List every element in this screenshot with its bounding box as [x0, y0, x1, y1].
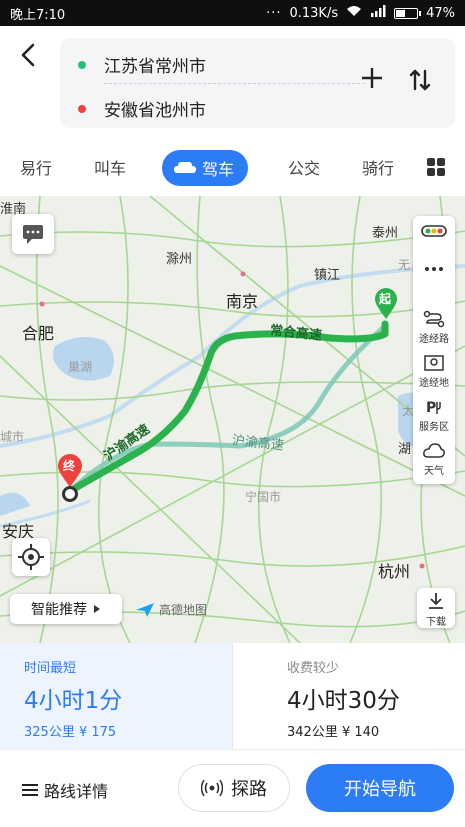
network-speed: 0.13K/s [289, 5, 339, 21]
explore-route-button[interactable]: 探路 [178, 764, 290, 812]
route-options: 时间最短 4小时1分 325公里 ¥ 175 收费较少 4小时30分 342公里… [0, 643, 465, 749]
map-label-wu-partial: 无 [398, 258, 411, 272]
traffic-light-icon [421, 225, 447, 237]
map-toolbar: 途经路 途经地 P 服务区 天气 [413, 216, 455, 484]
destination-ring-icon [62, 486, 78, 502]
battery-icon [394, 7, 422, 19]
status-bar: 晚上7:10 ··· 0.13K/s 47% [0, 0, 465, 26]
service-area-button[interactable]: P 服务区 [413, 398, 455, 433]
end-point-label: 安徽省池州市 [104, 101, 206, 121]
via-route-button[interactable]: 途经路 [413, 310, 455, 345]
battery-percent: 47% [426, 5, 455, 21]
cloud-icon [423, 443, 445, 458]
route-option-tag: 时间最短 [24, 661, 77, 676]
weather-label: 天气 [424, 466, 444, 477]
more-tabs-grid-icon[interactable] [427, 158, 445, 176]
via-place-icon [424, 355, 444, 371]
route-option-duration: 4小时30分 [287, 688, 400, 714]
route-option-tag: 收费较少 [287, 661, 340, 676]
option-divider [232, 643, 233, 749]
amap-logo-icon [136, 602, 154, 617]
map-label-chaohu: 巢湖 [68, 360, 93, 374]
download-icon [429, 593, 443, 609]
crosshair-icon [18, 544, 44, 570]
explore-route-label: 探路 [231, 779, 267, 800]
svg-text:P: P [426, 400, 436, 416]
route-detail-label: 路线详情 [44, 782, 109, 801]
download-label: 下载 [426, 617, 446, 628]
route-header: 江苏省常州市 安徽省池州市 [0, 26, 465, 140]
start-point-field[interactable]: 江苏省常州市 [78, 52, 206, 77]
map-label-hefei: 合肥 [22, 324, 55, 343]
service-area-label: 服务区 [419, 422, 449, 433]
traffic-report-button[interactable] [12, 214, 54, 254]
chevron-left-icon [21, 43, 35, 67]
tab-cycling[interactable]: 骑行 [362, 155, 394, 179]
tab-taxi[interactable]: 叫车 [94, 155, 126, 179]
smart-recommend-button[interactable]: 智能推荐 [10, 594, 122, 624]
via-route-label: 途经路 [419, 334, 449, 345]
swap-icon [409, 69, 431, 91]
more-button[interactable] [413, 262, 455, 278]
tab-drive[interactable]: 驾车 [162, 150, 249, 186]
locate-button[interactable] [12, 538, 50, 576]
end-dot-icon [78, 104, 86, 113]
map-label-hu-partial: 湖 [398, 442, 412, 457]
add-waypoint-button[interactable] [360, 66, 384, 95]
map-label-city-partial: 城市 [0, 430, 25, 444]
route-option-fastest[interactable]: 时间最短 4小时1分 325公里 ¥ 175 [0, 643, 232, 749]
start-dot-icon [78, 60, 86, 69]
via-place-label: 途经地 [419, 378, 449, 389]
map-label-taizhou: 泰州 [372, 226, 399, 241]
map-label-hangzhou: 杭州 [378, 562, 411, 581]
map-logo: 高德地图 [135, 601, 207, 618]
route-option-duration: 4小时1分 [24, 688, 123, 714]
map-label-chuzhou: 滁州 [166, 252, 193, 267]
plus-icon [362, 68, 382, 88]
end-marker-label: 终 [63, 459, 76, 473]
start-point-label: 江苏省常州市 [104, 57, 206, 77]
smart-recommend-label: 智能推荐 [31, 602, 87, 618]
tab-drive-label: 驾车 [202, 160, 235, 179]
start-navigation-button[interactable]: 开始导航 [306, 764, 454, 812]
more-dots-icon [425, 267, 443, 271]
traffic-toggle-button[interactable] [413, 222, 455, 242]
route-divider [104, 83, 365, 84]
start-marker-label: 起 [379, 292, 392, 306]
download-map-button[interactable]: 下载 [417, 588, 455, 628]
via-route-icon [423, 310, 445, 328]
list-icon [22, 784, 38, 796]
via-place-button[interactable]: 途经地 [413, 354, 455, 389]
map-label-ningguo: 宁国市 [245, 490, 282, 504]
signal-icon [370, 5, 386, 21]
route-option-meta: 325公里 ¥ 175 [24, 725, 117, 740]
service-area-icon: P [426, 400, 441, 416]
start-marker[interactable]: 起 [374, 288, 398, 324]
map-logo-text: 高德地图 [159, 603, 208, 617]
weather-button[interactable]: 天气 [413, 442, 455, 477]
map-label-zhenjiang: 镇江 [314, 268, 341, 283]
transport-tabs: 易行 叫车 驾车 公交 骑行 [0, 140, 465, 196]
message-icon [23, 225, 43, 244]
swap-route-button[interactable] [408, 68, 432, 98]
route-option-cheaper[interactable]: 收费较少 4小时30分 342公里 ¥ 140 [265, 643, 465, 749]
route-detail-button[interactable]: 路线详情 [22, 778, 108, 802]
broadcast-icon [201, 779, 223, 797]
tab-transit[interactable]: 公交 [288, 155, 320, 179]
status-dots: ··· [266, 5, 282, 21]
status-time: 晚上7:10 [10, 7, 66, 23]
back-button[interactable] [14, 40, 44, 70]
route-option-meta: 342公里 ¥ 140 [287, 725, 380, 740]
end-point-field[interactable]: 安徽省池州市 [78, 96, 206, 121]
route-input-box: 江苏省常州市 安徽省池州市 [60, 38, 455, 128]
map-label-nanjing: 南京 [226, 292, 259, 311]
triangle-right-icon [94, 605, 100, 613]
car-icon [174, 161, 196, 175]
map-view[interactable]: 淮南 泰州 滁州 镇江 南京 合肥 巢湖 城市 安庆 宁国市 杭州 湖 太 无 … [0, 196, 465, 643]
tab-easy[interactable]: 易行 [20, 155, 52, 179]
bottom-action-bar: 路线详情 探路 开始导航 [0, 749, 465, 827]
wifi-icon [346, 5, 362, 21]
